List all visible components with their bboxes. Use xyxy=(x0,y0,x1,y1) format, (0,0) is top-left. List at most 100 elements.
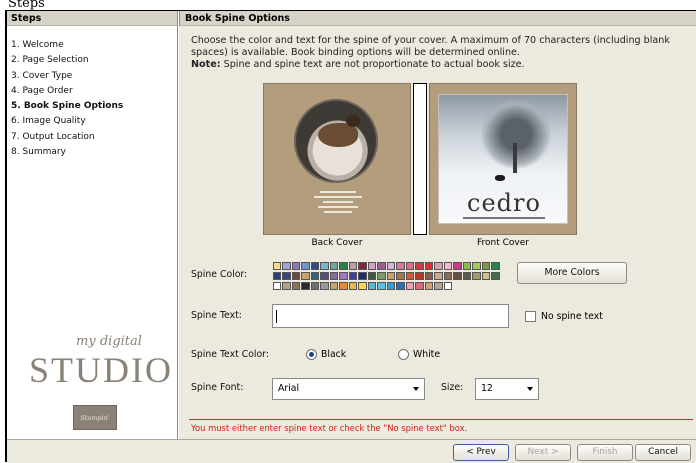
spine-font-label: Spine Font: xyxy=(191,382,244,393)
color-swatch[interactable] xyxy=(358,271,367,280)
color-swatch[interactable] xyxy=(443,261,452,270)
color-swatch[interactable] xyxy=(367,271,376,280)
color-swatch[interactable] xyxy=(310,261,319,270)
color-swatch[interactable] xyxy=(348,281,357,290)
color-swatch[interactable] xyxy=(310,271,319,280)
color-swatch[interactable] xyxy=(405,281,414,290)
color-swatch[interactable] xyxy=(367,281,376,290)
prev-button[interactable]: < Prev xyxy=(453,444,509,461)
color-swatch[interactable] xyxy=(320,261,329,270)
color-swatch[interactable] xyxy=(358,281,367,290)
color-swatch[interactable] xyxy=(301,281,310,290)
color-swatch[interactable] xyxy=(453,271,462,280)
color-swatch[interactable] xyxy=(415,261,424,270)
no-spine-text-checkbox[interactable] xyxy=(525,311,536,322)
color-swatch[interactable] xyxy=(424,281,433,290)
wizard-frame: Steps 1. Welcome 2. Page Selection 3. Cove… xyxy=(5,10,696,463)
no-spine-text-label[interactable]: No spine text xyxy=(541,311,603,322)
color-swatch[interactable] xyxy=(396,271,405,280)
color-swatch[interactable] xyxy=(443,281,452,290)
back-cover-preview xyxy=(263,83,411,235)
color-swatch[interactable] xyxy=(329,281,338,290)
color-swatch[interactable] xyxy=(272,281,281,290)
color-swatch[interactable] xyxy=(291,271,300,280)
font-size-dropdown[interactable]: 12 xyxy=(475,378,539,400)
step-item: 8. Summary xyxy=(11,147,66,158)
color-swatch[interactable] xyxy=(291,261,300,270)
step-item: 6. Image Quality xyxy=(11,116,86,127)
white-color-radio[interactable] xyxy=(398,349,409,360)
color-swatch[interactable] xyxy=(491,271,500,280)
intro-paragraph: Choose the color and text for the spine … xyxy=(191,35,670,58)
color-swatch[interactable] xyxy=(434,261,443,270)
color-swatch[interactable] xyxy=(301,271,310,280)
color-swatch[interactable] xyxy=(424,261,433,270)
color-swatch[interactable] xyxy=(339,261,348,270)
color-swatch[interactable] xyxy=(405,271,414,280)
color-swatch[interactable] xyxy=(472,271,481,280)
color-swatch[interactable] xyxy=(282,271,291,280)
color-swatch[interactable] xyxy=(405,261,414,270)
step-item: 1. Welcome xyxy=(11,40,64,50)
color-swatch[interactable] xyxy=(396,261,405,270)
spine-text-input[interactable] xyxy=(272,304,509,328)
error-divider xyxy=(189,419,693,420)
color-swatch[interactable] xyxy=(272,271,281,280)
color-swatch[interactable] xyxy=(348,271,357,280)
color-swatch[interactable] xyxy=(453,261,462,270)
front-cover-subtitle-line xyxy=(463,217,545,219)
color-swatch[interactable] xyxy=(396,281,405,290)
panel-title: Book Spine Options xyxy=(179,11,696,26)
color-swatch[interactable] xyxy=(320,271,329,280)
front-cover-title: cedro xyxy=(467,189,541,217)
color-swatch[interactable] xyxy=(329,271,338,280)
color-swatch[interactable] xyxy=(472,261,481,270)
color-swatch[interactable] xyxy=(358,261,367,270)
color-swatch[interactable] xyxy=(320,281,329,290)
color-swatch[interactable] xyxy=(462,271,471,280)
color-swatch[interactable] xyxy=(272,261,281,270)
color-swatch[interactable] xyxy=(386,281,395,290)
color-swatch[interactable] xyxy=(415,271,424,280)
color-swatch[interactable] xyxy=(367,261,376,270)
color-swatch[interactable] xyxy=(443,271,452,280)
color-swatch[interactable] xyxy=(434,271,443,280)
more-colors-button[interactable]: More Colors xyxy=(517,262,627,284)
steps-panel: Steps 1. Welcome 2. Page Selection 3. Cove… xyxy=(7,11,178,447)
color-swatch[interactable] xyxy=(301,261,310,270)
color-swatch[interactable] xyxy=(424,271,433,280)
black-color-radio[interactable] xyxy=(306,349,317,360)
color-swatch[interactable] xyxy=(415,281,424,290)
color-swatch[interactable] xyxy=(339,281,348,290)
color-swatch[interactable] xyxy=(434,281,443,290)
cancel-button[interactable]: Cancel xyxy=(635,444,691,461)
spine-color-palette xyxy=(272,261,512,293)
color-swatch[interactable] xyxy=(310,281,319,290)
front-cover-photo: cedro xyxy=(438,94,568,224)
spine-text-label: Spine Text: xyxy=(191,310,242,321)
color-swatch[interactable] xyxy=(348,261,357,270)
next-button[interactable]: Next > xyxy=(515,444,571,461)
color-swatch[interactable] xyxy=(386,261,395,270)
wizard-footer: < Prev Next > Finish Cancel xyxy=(7,439,696,463)
note-text: Spine and spine text are not proportiona… xyxy=(220,59,525,70)
validation-error: You must either enter spine text or chec… xyxy=(191,423,468,433)
color-swatch[interactable] xyxy=(462,261,471,270)
black-option-label[interactable]: Black xyxy=(321,349,346,360)
spine-font-dropdown[interactable]: Arial xyxy=(272,378,425,400)
color-swatch[interactable] xyxy=(339,271,348,280)
color-swatch[interactable] xyxy=(377,281,386,290)
color-swatch[interactable] xyxy=(377,271,386,280)
color-swatch[interactable] xyxy=(282,281,291,290)
color-swatch[interactable] xyxy=(377,261,386,270)
color-swatch[interactable] xyxy=(291,281,300,290)
color-swatch[interactable] xyxy=(329,261,338,270)
color-swatch[interactable] xyxy=(491,261,500,270)
color-swatch[interactable] xyxy=(481,271,490,280)
step-item: 2. Page Selection xyxy=(11,55,89,66)
color-swatch[interactable] xyxy=(386,271,395,280)
color-swatch[interactable] xyxy=(481,261,490,270)
color-swatch[interactable] xyxy=(282,261,291,270)
finish-button[interactable]: Finish xyxy=(577,444,633,461)
white-option-label[interactable]: White xyxy=(413,349,440,360)
